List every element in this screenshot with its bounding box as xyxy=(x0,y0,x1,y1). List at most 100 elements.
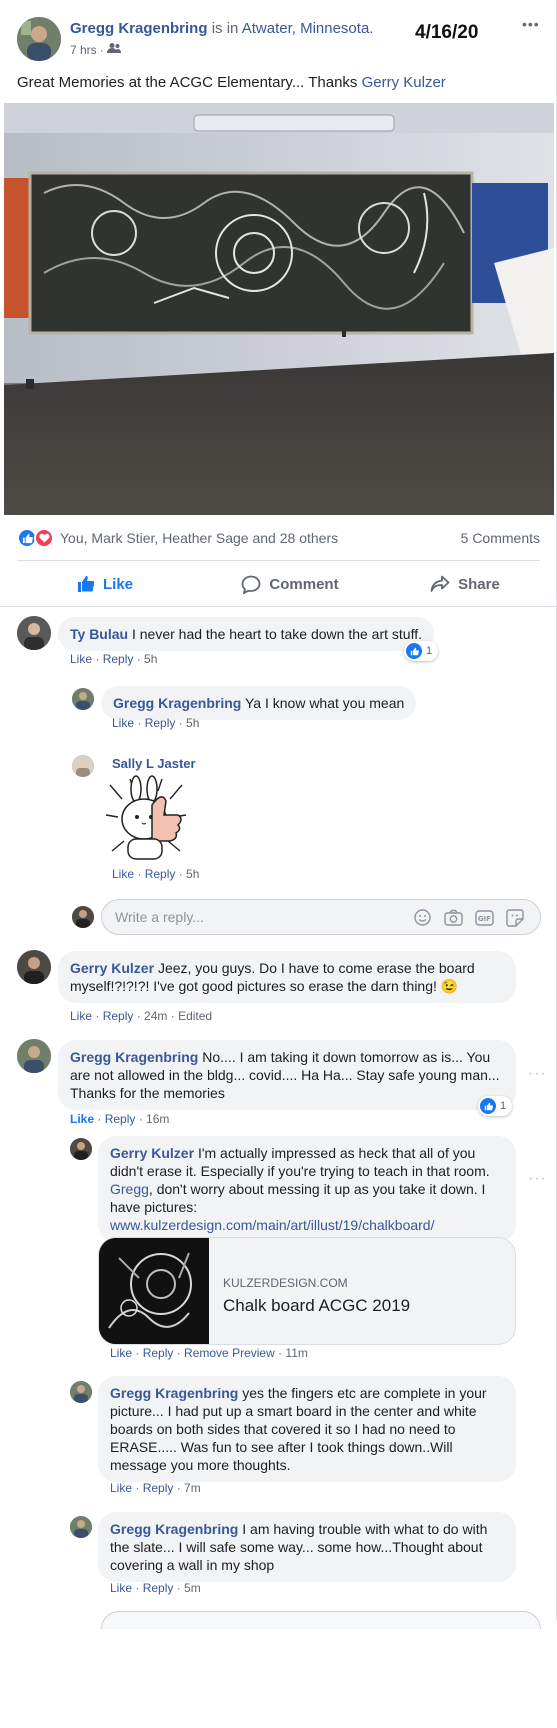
comment-time[interactable]: 24m xyxy=(144,1009,167,1023)
post-author-name[interactable]: Gregg Kragenbring xyxy=(70,20,208,37)
comment-like-link[interactable]: Like xyxy=(112,716,134,730)
commenter-avatar[interactable] xyxy=(17,616,51,650)
comment-time[interactable]: 16m xyxy=(146,1112,169,1126)
separator-dot: · xyxy=(173,1481,185,1495)
camera-icon[interactable] xyxy=(444,909,463,929)
separator-dot: · xyxy=(94,1112,105,1126)
love-icon[interactable] xyxy=(34,528,54,548)
comment-more-icon[interactable]: ··· xyxy=(528,1065,547,1083)
comment-author[interactable]: Gregg Kragenbring xyxy=(70,1049,198,1065)
gif-icon[interactable]: GIF xyxy=(475,910,494,929)
post-location[interactable]: Atwater, Minnesota. xyxy=(242,20,374,37)
comment-reply-link[interactable]: Reply xyxy=(143,1581,174,1595)
separator-dot: · xyxy=(92,652,103,666)
comment-time[interactable]: 5m xyxy=(184,1581,201,1595)
post-more-button[interactable]: ••• xyxy=(522,16,540,32)
comment-like-link[interactable]: Like xyxy=(110,1346,132,1360)
commenter-avatar[interactable] xyxy=(70,1381,92,1403)
link-preview-title[interactable]: Chalk board ACGC 2019 xyxy=(223,1296,410,1316)
separator-dot: · xyxy=(134,867,145,881)
reaction-names[interactable]: You, Mark Stier, Heather Sage and 28 oth… xyxy=(60,530,338,546)
post-author-avatar[interactable] xyxy=(17,17,61,61)
link-preview-domain: KULZERDESIGN.COM xyxy=(223,1276,348,1290)
comment-reply-link[interactable]: Reply xyxy=(143,1481,174,1495)
reply-input[interactable]: Write a reply... xyxy=(115,909,204,925)
facebook-post: Gregg Kragenbring is in Atwater, Minneso… xyxy=(0,0,557,1629)
sticker-image[interactable] xyxy=(100,775,192,863)
comment-author[interactable]: Gregg Kragenbring xyxy=(110,1521,238,1537)
commenter-avatar[interactable] xyxy=(70,1138,92,1160)
comment-reply-link[interactable]: Reply xyxy=(145,716,176,730)
commenter-avatar[interactable] xyxy=(17,950,51,984)
commenter-avatar[interactable] xyxy=(72,755,94,777)
commenter-avatar[interactable] xyxy=(72,688,94,710)
comment-author[interactable]: Gregg Kragenbring xyxy=(113,695,241,711)
comment-author[interactable]: Gerry Kulzer xyxy=(110,1145,194,1161)
comment-time[interactable]: 5h xyxy=(186,716,199,730)
share-label: Share xyxy=(458,575,500,593)
post-time[interactable]: 7 hrs xyxy=(70,43,97,57)
comment-bubble: Gregg Kragenbring I am having trouble wi… xyxy=(98,1512,516,1582)
like-button[interactable]: Like xyxy=(60,566,150,602)
emoji-icon[interactable] xyxy=(414,909,431,929)
comment-time[interactable]: 5h xyxy=(186,867,199,881)
comment-like-link[interactable]: Like xyxy=(70,1112,94,1126)
sticker-icon[interactable] xyxy=(506,909,524,930)
comment-reply-link[interactable]: Reply xyxy=(145,867,176,881)
comment-time[interactable]: 7m xyxy=(184,1481,201,1495)
comment-reply-link[interactable]: Reply xyxy=(103,1009,134,1023)
comment-label: Comment xyxy=(269,575,339,593)
comment-text: Ya I know what you mean xyxy=(245,695,405,711)
comment-reply-link[interactable]: Reply xyxy=(105,1112,136,1126)
share-icon xyxy=(430,575,450,592)
comment-like-link[interactable]: Like xyxy=(110,1581,132,1595)
reaction-count: 1 xyxy=(500,1100,507,1112)
comment-bubble: Gerry Kulzer I'm actually impressed as h… xyxy=(98,1136,516,1242)
separator-dot: · xyxy=(167,1009,179,1023)
current-user-avatar xyxy=(72,906,94,928)
comment-more-icon[interactable]: ··· xyxy=(528,1170,547,1188)
reply-box-partial[interactable] xyxy=(101,1611,541,1629)
comment-url-link[interactable]: www.kulzerdesign.com/main/art/illust/19/… xyxy=(110,1217,434,1233)
post-is-in: is in xyxy=(211,20,239,37)
separator-dot: · xyxy=(175,716,187,730)
commenter-avatar[interactable] xyxy=(17,1039,51,1073)
comment-text: , don't worry about messing it up as you… xyxy=(110,1181,486,1215)
handwritten-date: 4/16/20 xyxy=(415,22,479,43)
comment-like-link[interactable]: Like xyxy=(112,867,134,881)
comment-like-link[interactable]: Like xyxy=(110,1481,132,1495)
reply-box[interactable]: Write a reply... GIF xyxy=(101,899,541,935)
commenter-avatar[interactable] xyxy=(70,1516,92,1538)
comment-bubble: Gerry Kulzer Jeez, you guys. Do I have t… xyxy=(58,951,516,1003)
comment-like-link[interactable]: Like xyxy=(70,1009,92,1023)
comment-button[interactable]: Comment xyxy=(225,566,355,602)
comment-author[interactable]: Gerry Kulzer xyxy=(70,960,154,976)
comment-reply-link[interactable]: Reply xyxy=(103,652,134,666)
comment-mention[interactable]: Gregg xyxy=(110,1181,149,1197)
comment-bubble: Gregg Kragenbring yes the fingers etc ar… xyxy=(98,1376,516,1482)
comment-reaction-badge[interactable]: 1 xyxy=(478,1096,513,1116)
divider xyxy=(0,606,557,607)
share-button[interactable]: Share xyxy=(415,566,515,602)
remove-preview-link[interactable]: Remove Preview xyxy=(184,1346,275,1360)
link-preview-card[interactable]: KULZERDESIGN.COM Chalk board ACGC 2019 xyxy=(98,1237,516,1345)
separator-dot: · xyxy=(99,42,104,57)
post-text: Great Memories at the ACGC Elementary...… xyxy=(17,74,358,91)
reaction-count: 1 xyxy=(426,645,433,657)
link-preview-thumbnail[interactable] xyxy=(99,1238,209,1344)
comment-reply-link[interactable]: Reply xyxy=(143,1346,174,1360)
comment-author[interactable]: Sally L Jaster xyxy=(112,756,196,771)
comments-count[interactable]: 5 Comments xyxy=(461,530,540,546)
like-icon xyxy=(480,1098,496,1114)
post-photo[interactable] xyxy=(4,103,554,515)
comment-author[interactable]: Gregg Kragenbring xyxy=(110,1385,238,1401)
comment-time[interactable]: 5h xyxy=(144,652,157,666)
globe-friends-icon[interactable] xyxy=(106,42,121,57)
comment-reaction-badge[interactable]: 1 xyxy=(404,641,439,661)
comment-time[interactable]: 11m xyxy=(285,1346,307,1360)
post-tagged-user[interactable]: Gerry Kulzer xyxy=(362,74,446,91)
comment-like-link[interactable]: Like xyxy=(70,652,92,666)
like-icon xyxy=(77,576,95,592)
comment-author[interactable]: Ty Bulau xyxy=(70,626,128,642)
separator-dot: · xyxy=(173,1581,185,1595)
